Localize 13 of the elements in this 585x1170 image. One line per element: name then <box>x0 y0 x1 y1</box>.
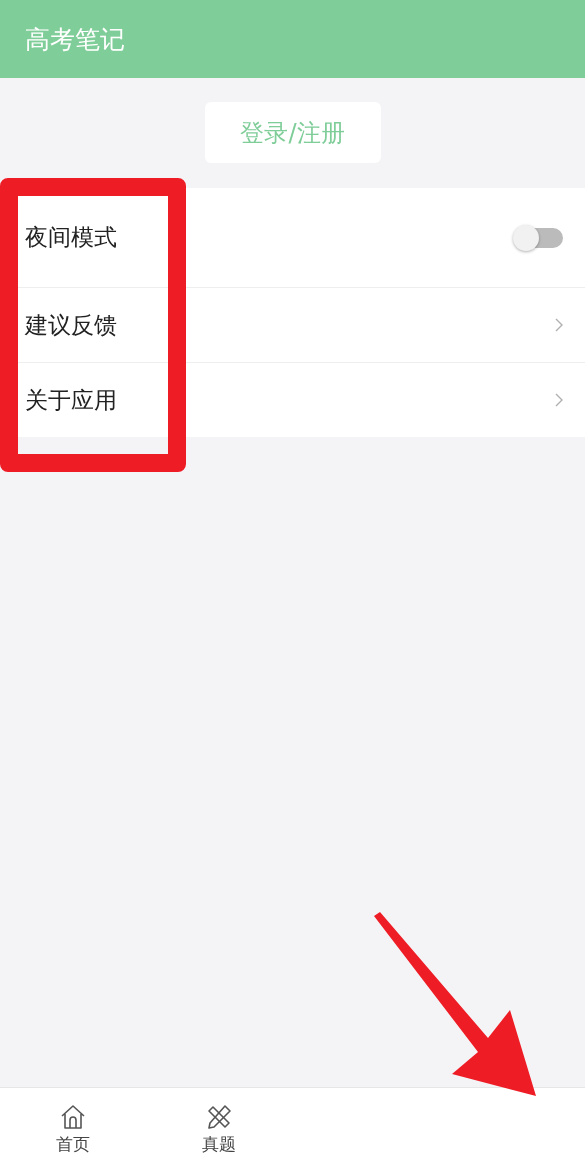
settings-row[interactable]: 夜间模式 <box>0 188 585 287</box>
settings-row[interactable]: 关于应用 <box>0 362 585 437</box>
setting-label: 建议反馈 <box>25 310 117 340</box>
toggle-switch[interactable] <box>515 227 563 248</box>
tab-item[interactable]: 首页 <box>0 1088 147 1170</box>
pencil-ruler-icon <box>205 1102 234 1131</box>
tab-item[interactable]: 真题 <box>146 1088 293 1170</box>
settings-row[interactable]: 建议反馈 <box>0 287 585 362</box>
app-title: 高考笔记 <box>25 23 125 56</box>
setting-label: 夜间模式 <box>25 223 117 252</box>
setting-label: 关于应用 <box>25 385 117 415</box>
chevron-icon <box>555 318 563 332</box>
chevron-icon <box>555 393 563 407</box>
